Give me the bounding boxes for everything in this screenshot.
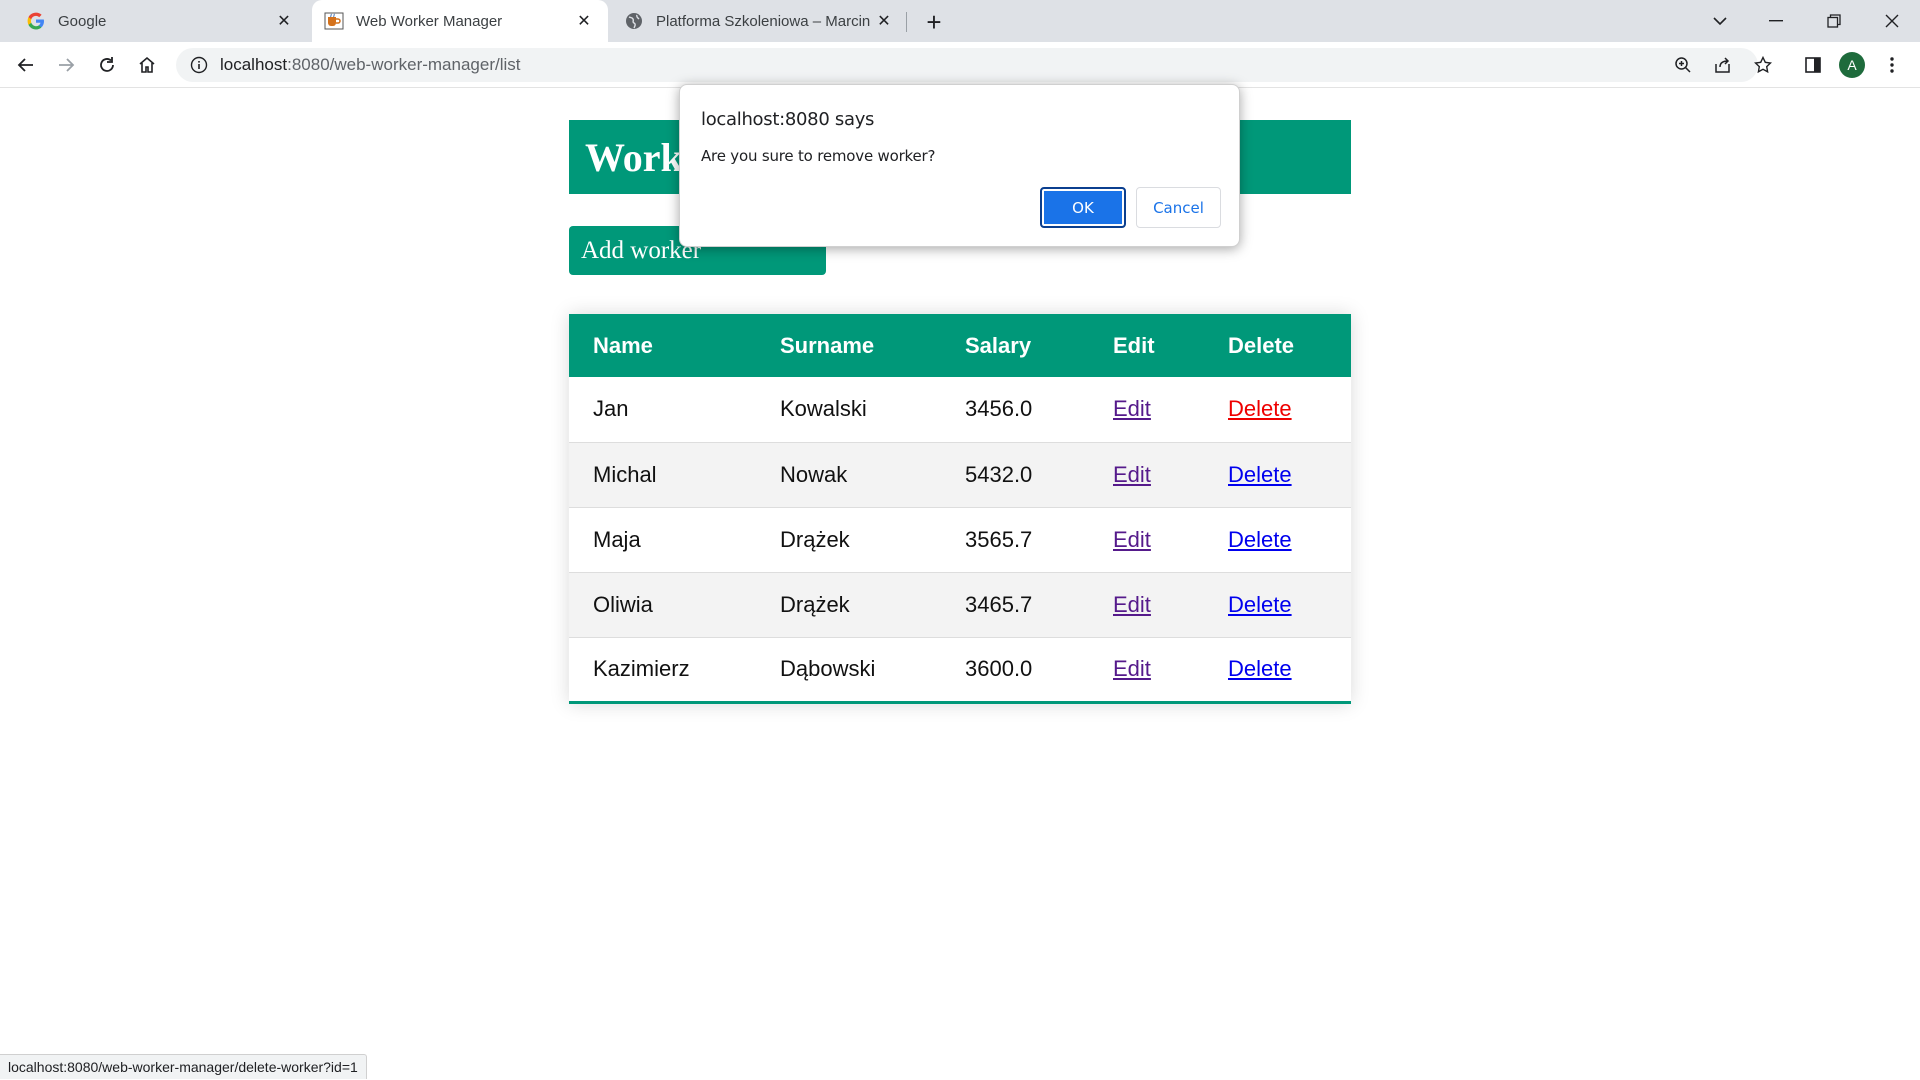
table-row: Kazimierz Dąbowski 3600.0 Edit Delete [569,637,1351,702]
cell-name: Kazimierz [593,656,690,681]
url-text: localhost:8080/web-worker-manager/list [220,55,521,75]
tab-platforma-szkoleniowa[interactable]: Platforma Szkoleniowa – Marcin ✕ [612,0,908,42]
close-window-icon[interactable] [1864,0,1920,42]
column-header-surname: Surname [780,332,875,358]
tab-google[interactable]: Google ✕ [0,0,308,42]
table-row: Jan Kowalski 3456.0 Edit Delete [569,377,1351,442]
cell-edit: Edit [1089,572,1204,637]
tab-separator [906,12,907,32]
close-tab-icon[interactable]: ✕ [272,9,296,33]
cell-delete: Delete [1204,442,1351,507]
ok-button[interactable]: OK [1040,187,1126,228]
cell-surname: Kowalski [780,396,867,422]
side-panel-icon[interactable] [1797,49,1829,81]
edit-link[interactable]: Edit [1113,396,1151,421]
globe-icon [624,11,644,31]
close-tab-icon[interactable]: ✕ [572,9,596,33]
cell-name: Oliwia [593,591,653,617]
edit-link[interactable]: Edit [1113,462,1151,487]
table-row: Maja Drążek 3565.7 Edit Delete [569,507,1351,572]
cell-surname: Drążek [780,591,850,617]
cell-salary: 3465.7 [965,591,1033,617]
dialog-message: Are you sure to remove worker? [701,147,936,165]
cell-surname: Drążek [780,526,850,552]
minimize-icon[interactable] [1748,0,1804,42]
cell-edit: Edit [1089,442,1204,507]
info-icon[interactable] [190,56,208,74]
cell-delete: Delete [1204,377,1351,442]
cancel-button[interactable]: Cancel [1136,187,1221,228]
cell-delete: Delete [1204,572,1351,637]
table-row: Michal Nowak 5432.0 Edit Delete [569,442,1351,507]
zoom-icon[interactable] [1668,50,1698,80]
workers-table: Name Surname Salary Edit Delete Jan Kowa… [569,314,1351,704]
tab-title: Google [58,12,107,30]
profile-avatar[interactable]: A [1836,49,1868,81]
cell-salary: 5432.0 [965,461,1033,487]
tab-web-worker-manager[interactable]: Web Worker Manager ✕ [312,0,608,42]
bookmark-star-icon[interactable] [1748,50,1778,80]
cell-delete: Delete [1204,637,1351,702]
cell-salary: 3456.0 [965,396,1033,422]
cell-surname: Dąbowski [780,656,876,681]
edit-link[interactable]: Edit [1113,656,1151,681]
confirm-dialog: localhost:8080 says Are you sure to remo… [679,84,1240,247]
close-tab-icon[interactable]: ✕ [872,9,896,33]
cell-name: Maja [593,526,641,552]
delete-link[interactable]: Delete [1228,527,1292,552]
cell-surname: Nowak [780,461,848,487]
column-header-edit: Edit [1113,332,1155,358]
edit-link[interactable]: Edit [1113,592,1151,617]
url-path: :8080/web-worker-manager/list [287,55,521,74]
delete-link[interactable]: Delete [1228,462,1292,487]
address-bar[interactable]: localhost:8080/web-worker-manager/list [176,48,1772,82]
column-header-name: Name [593,332,653,358]
column-header-delete: Delete [1228,332,1295,358]
reload-icon[interactable] [91,49,123,81]
url-host: localhost [220,55,288,74]
link-status-bar: localhost:8080/web-worker-manager/delete… [0,1054,367,1079]
share-icon[interactable] [1708,50,1738,80]
cell-name: Michal [593,461,657,487]
table-row: Oliwia Drążek 3465.7 Edit Delete [569,572,1351,637]
column-header-salary: Salary [965,332,1032,358]
more-menu-icon[interactable] [1876,49,1908,81]
cell-delete: Delete [1204,507,1351,572]
google-icon [26,11,46,31]
edit-link[interactable]: Edit [1113,527,1151,552]
cell-salary: 3600.0 [965,656,1033,681]
cell-salary: 3565.7 [965,526,1033,552]
cell-name: Jan [593,396,629,422]
delete-link[interactable]: Delete [1228,592,1292,617]
cell-edit: Edit [1089,637,1204,702]
tab-search-icon[interactable] [1692,0,1748,42]
tab-strip: Google ✕ Web Worker Manager ✕ Platforma … [0,0,1920,42]
avatar: A [1839,52,1865,78]
browser-toolbar: localhost:8080/web-worker-manager/list A [0,42,1920,88]
new-tab-button[interactable]: + [918,6,950,38]
cell-edit: Edit [1089,377,1204,442]
tab-title: Web Worker Manager [356,12,503,30]
back-icon[interactable] [10,49,42,81]
tab-title: Platforma Szkoleniowa – Marcin [656,12,871,30]
home-icon[interactable] [131,49,163,81]
forward-icon[interactable] [50,49,82,81]
cell-edit: Edit [1089,507,1204,572]
restore-icon[interactable] [1806,0,1862,42]
delete-link[interactable]: Delete [1228,396,1292,421]
dialog-title: localhost:8080 says [701,109,875,130]
delete-link[interactable]: Delete [1228,656,1292,681]
coffee-cup-icon [324,11,344,31]
table-header-row: Name Surname Salary Edit Delete [569,314,1351,377]
